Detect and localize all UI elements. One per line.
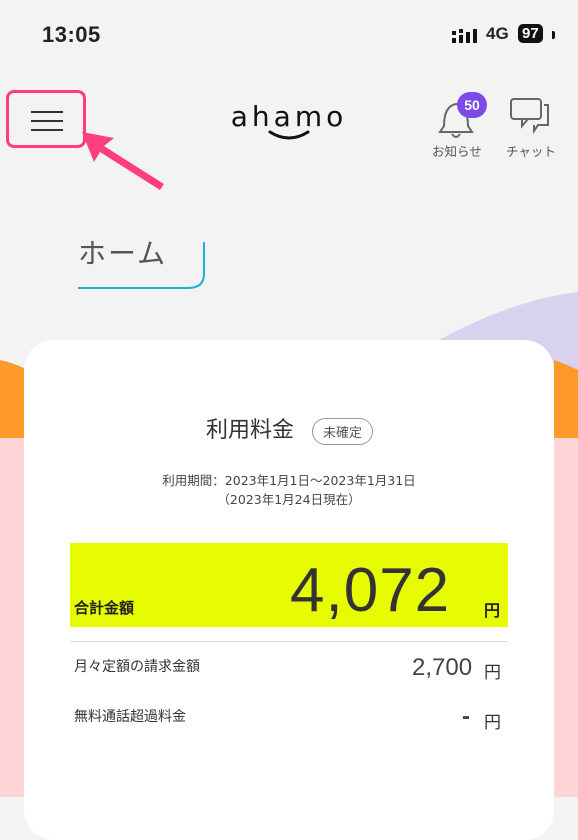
divider [70, 641, 508, 642]
notifications-label[interactable]: お知らせ [432, 141, 482, 160]
network-type: 4G [486, 24, 509, 43]
billing-as-of: （2023年1月24日現在） [217, 492, 361, 507]
clock: 13:05 [42, 22, 101, 47]
notification-badge: 50 [457, 92, 487, 118]
svg-text:ahamo: ahamo [231, 102, 347, 133]
chat-icon[interactable] [508, 96, 552, 136]
billing-title: 利用料金 [206, 418, 295, 443]
monthly-fee-value: 2,700 [412, 654, 473, 681]
menu-icon-bar [31, 129, 63, 131]
signal-strength-icon [452, 29, 477, 43]
title-underline [78, 242, 205, 289]
call-overage-value: - [462, 703, 470, 730]
monthly-fee-label: 月々定額の請求金額 [74, 659, 200, 675]
menu-icon-bar [31, 111, 63, 113]
pointer-arrow-annotation [82, 132, 164, 190]
menu-button[interactable] [6, 90, 86, 148]
billing-period: 利用期間：2023年1月1日〜2023年1月31日 [162, 473, 416, 488]
call-overage-unit: 円 [484, 713, 501, 733]
total-currency: 円 [484, 601, 501, 620]
battery-icon: 97 [518, 24, 543, 43]
total-label: 合計金額 [74, 599, 135, 617]
status-badge: 未確定 [312, 418, 374, 445]
monthly-fee-unit: 円 [484, 663, 501, 683]
menu-icon-bar [31, 120, 63, 122]
status-bar: 13:05 4G 97 [0, 0, 578, 70]
call-overage-label: 無料通話超過料金 [74, 709, 186, 725]
total-amount: 4,072 [290, 556, 451, 625]
ahamo-logo: ahamo [231, 102, 347, 140]
chat-label[interactable]: チャット [506, 141, 556, 160]
battery-tip [552, 31, 555, 39]
